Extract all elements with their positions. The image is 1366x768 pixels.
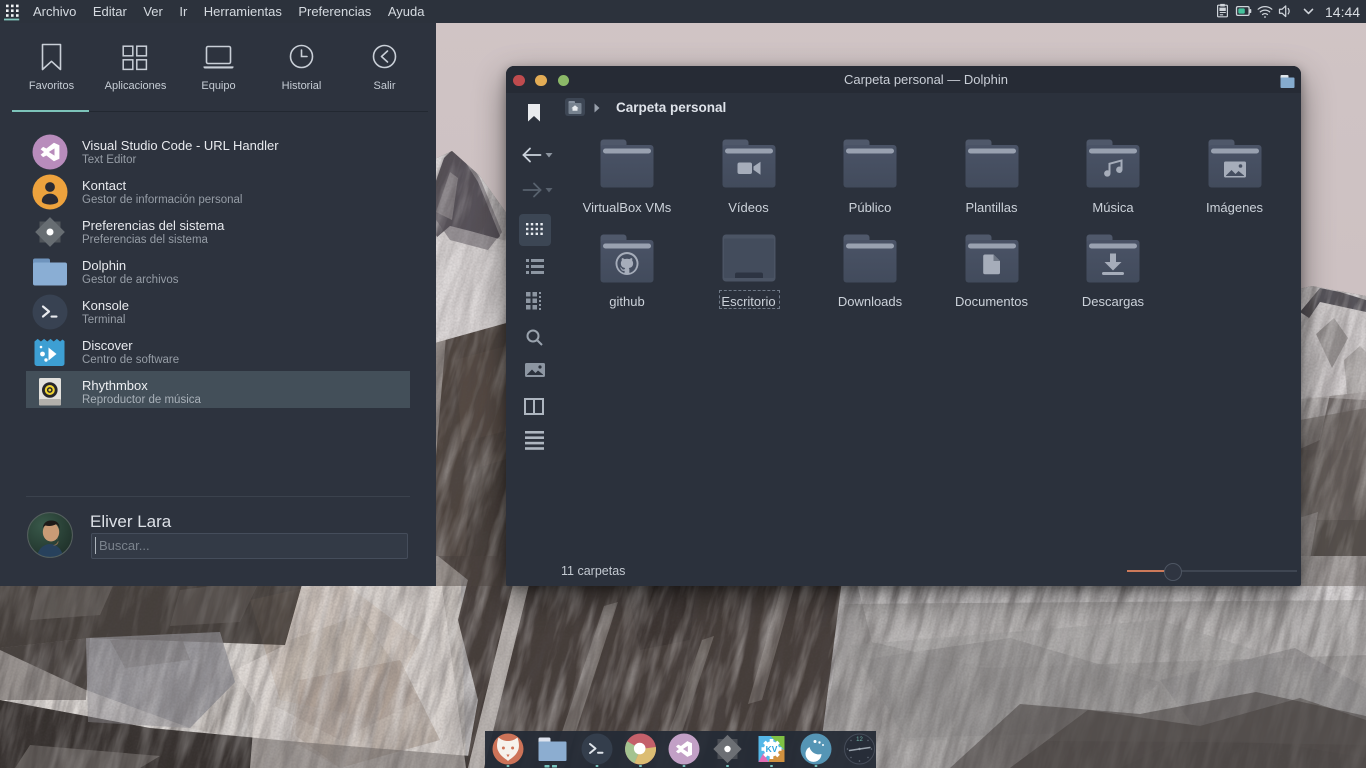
svg-text:KV: KV	[766, 744, 778, 754]
svg-text:12: 12	[856, 737, 863, 743]
